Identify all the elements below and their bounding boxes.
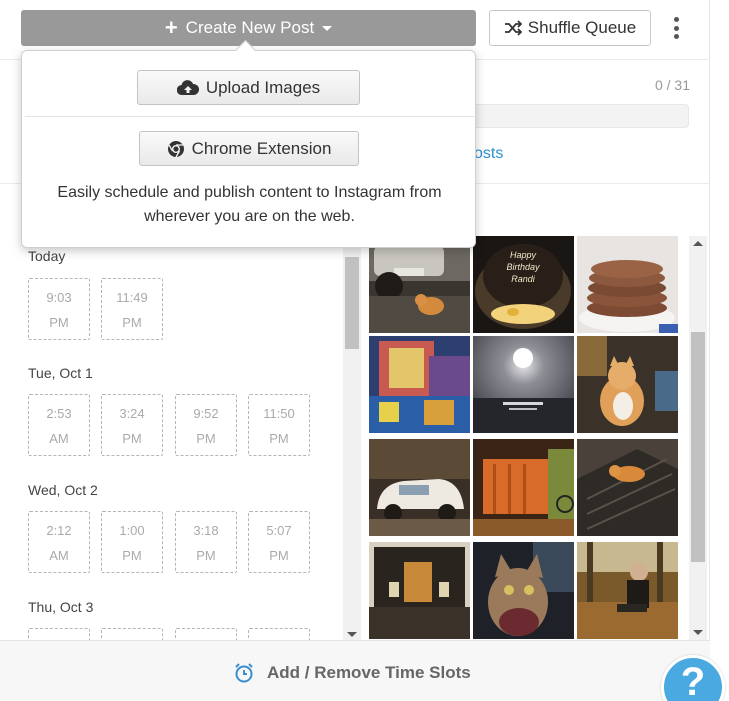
- cloud-upload-icon: [176, 79, 199, 95]
- time-slot[interactable]: 2:12 AM: [28, 511, 90, 573]
- app-frame: + Create New Post Shuffle Queue 0 / 31 o…: [0, 0, 710, 701]
- plus-icon: +: [164, 15, 178, 40]
- time-slot[interactable]: 11:50 PM: [248, 394, 310, 456]
- photo-birthday-cake[interactable]: Happy Birthday Randi: [473, 236, 574, 333]
- photo-colorful-market[interactable]: [369, 336, 470, 433]
- schedule-scroll-thumb[interactable]: [345, 257, 359, 349]
- create-post-dropdown: Upload Images Chrome Extension Easily sc…: [21, 50, 476, 248]
- add-remove-time-slots-button[interactable]: Add / Remove Time Slots: [233, 659, 471, 687]
- day-label-thu: Thu, Oct 3: [28, 599, 94, 615]
- schedule-list: Today 9:03 PM 11:49 PM Tue, Oct 1 2:53 AM 3…: [0, 240, 362, 640]
- footer-bar: Add / Remove Time Slots: [0, 640, 710, 701]
- time-slot[interactable]: 11:49 PM: [101, 278, 163, 340]
- photo-cat-in-cafe[interactable]: [577, 336, 678, 433]
- dropdown-description: Easily schedule and publish content to I…: [57, 184, 442, 225]
- image-gallery: Happy Birthday Randi: [369, 236, 678, 640]
- create-new-post-button[interactable]: + Create New Post: [21, 10, 476, 46]
- chrome-extension-button[interactable]: Chrome Extension: [139, 131, 359, 166]
- svg-text:Happy: Happy: [510, 250, 537, 260]
- day-label-wed: Wed, Oct 2: [28, 482, 98, 498]
- time-slot[interactable]: [101, 628, 163, 640]
- dropdown-divider: [25, 116, 474, 117]
- time-slot[interactable]: 5:07 PM: [248, 511, 310, 573]
- schedule-scrollbar[interactable]: [343, 240, 361, 640]
- help-icon: ?: [680, 660, 706, 701]
- time-slot[interactable]: 3:18 PM: [175, 511, 237, 573]
- caret-down-icon: [322, 25, 333, 31]
- upload-images-label: Upload Images: [205, 77, 321, 97]
- scroll-down-arrow-icon[interactable]: [693, 630, 703, 635]
- chrome-icon: [167, 140, 184, 157]
- photo-shop-window[interactable]: [369, 542, 470, 639]
- photo-car-and-cat[interactable]: [369, 236, 470, 333]
- time-slot[interactable]: 2:53 AM: [28, 394, 90, 456]
- time-slot[interactable]: 9:52 PM: [175, 394, 237, 456]
- photo-cat-on-roof[interactable]: [577, 439, 678, 536]
- shuffle-icon: [504, 20, 522, 36]
- more-options-icon[interactable]: [668, 14, 684, 42]
- gallery-scrollbar[interactable]: [689, 236, 707, 640]
- photo-moon-over-sea[interactable]: [473, 336, 574, 433]
- scroll-down-arrow-icon[interactable]: [347, 632, 357, 637]
- photo-pancakes[interactable]: [577, 236, 678, 333]
- time-slot[interactable]: [175, 628, 237, 640]
- svg-text:Randi: Randi: [511, 274, 536, 284]
- posts-link[interactable]: osts: [474, 145, 503, 163]
- photo-woman-autumn[interactable]: [577, 542, 678, 639]
- photo-vintage-white-car[interactable]: [369, 439, 470, 536]
- post-count: 0 / 31: [654, 77, 690, 93]
- svg-text:Birthday: Birthday: [506, 262, 540, 272]
- alarm-clock-icon: [235, 663, 253, 683]
- time-slot[interactable]: 3:24 PM: [101, 394, 163, 456]
- day-label-tue: Tue, Oct 1: [28, 365, 93, 381]
- photo-orange-fence[interactable]: [473, 439, 574, 536]
- shuffle-queue-label: Shuffle Queue: [527, 18, 637, 37]
- photo-cat-selfie[interactable]: [473, 542, 574, 639]
- add-remove-time-slots-label: Add / Remove Time Slots: [267, 663, 471, 682]
- gallery-scroll-thumb[interactable]: [691, 332, 705, 562]
- shuffle-queue-button[interactable]: Shuffle Queue: [489, 10, 651, 46]
- time-slot[interactable]: 1:00 PM: [101, 511, 163, 573]
- time-slot[interactable]: [248, 628, 310, 640]
- day-label-today: Today: [28, 248, 66, 264]
- create-new-post-label: Create New Post: [185, 18, 315, 37]
- chrome-extension-label: Chrome Extension: [191, 138, 332, 158]
- upload-images-button[interactable]: Upload Images: [137, 70, 360, 105]
- time-slot[interactable]: 9:03 PM: [28, 278, 90, 340]
- scroll-up-arrow-icon[interactable]: [693, 241, 703, 246]
- time-slot[interactable]: [28, 628, 90, 640]
